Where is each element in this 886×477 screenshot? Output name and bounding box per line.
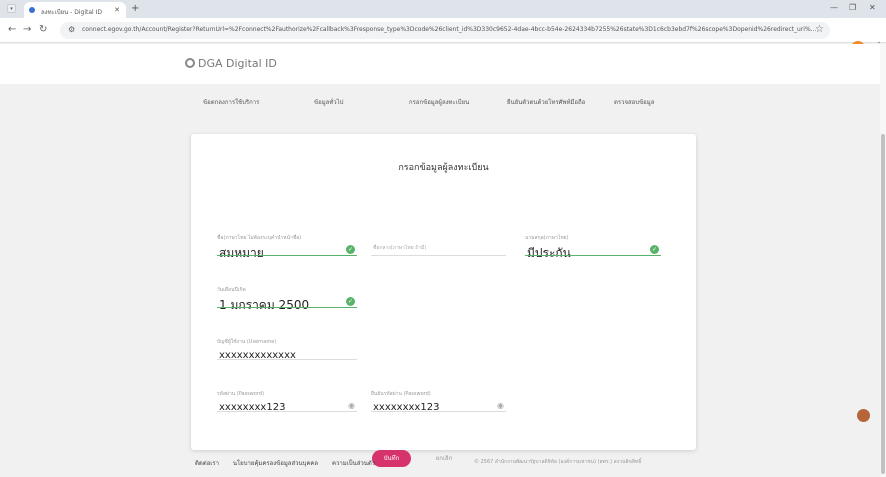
browser-tabstrip: ▾ ลงทะเบียน - Digital ID ✕ + — ❐ ✕ (0, 0, 886, 18)
field-underline (217, 359, 357, 360)
close-window-button[interactable]: ✕ (869, 3, 876, 12)
footer-link-contact[interactable]: ติดต่อเรา (195, 460, 219, 467)
first-name-value[interactable]: สมหมาย (219, 244, 264, 263)
browser-tab[interactable]: ลงทะเบียน - Digital ID ✕ (24, 2, 126, 18)
minimize-window-button[interactable]: — (830, 3, 838, 12)
confirm-password-label: ยืนยันรหัสผ่าน (Password) (371, 391, 431, 397)
new-tab-button[interactable]: + (131, 3, 139, 14)
help-chat-button[interactable] (857, 409, 870, 422)
field-underline (371, 255, 506, 256)
show-confirm-password-icon[interactable]: ◉ (497, 401, 504, 410)
site-favicon-icon (29, 7, 35, 13)
forward-icon[interactable]: → (23, 24, 31, 35)
first-name-label: ชื่อ(ภาษาไทย ไม่ต้องระบุคำนำหน้าชื่อ) (217, 235, 302, 241)
tab-title: ลงทะเบียน - Digital ID (41, 9, 102, 16)
check-icon: ✓ (346, 245, 355, 254)
username-label: บัญชีผู้ใช้งาน (Username) (217, 339, 277, 345)
footer-link-privacy[interactable]: ความเป็นส่วนตัว (332, 460, 375, 467)
middle-name-placeholder[interactable]: ชื่อกลาง(ภาษาไทย ถ้ามี) (373, 244, 426, 252)
footer-links: ติดต่อเรา นโยบายคุ้มครองข้อมูลส่วนบุคคล … (195, 458, 387, 468)
step-phone-verify: ยืนยันตัวตนด้วยโทรศัพท์มือถือ (507, 99, 586, 106)
surname-field[interactable]: นามสกุล(ภาษาไทย) มีประกัน ✓ (525, 234, 661, 260)
scrollbar-thumb[interactable] (881, 134, 885, 474)
close-tab-icon[interactable]: ✕ (114, 6, 120, 14)
field-underline (525, 255, 661, 256)
first-name-field[interactable]: ชื่อ(ภาษาไทย ไม่ต้องระบุคำนำหน้าชื่อ) สม… (217, 234, 357, 260)
browser-toolbar: ← → ↻ ⚙ connect.egov.go.th/Account/Regis… (0, 18, 886, 55)
address-bar[interactable]: ⚙ connect.egov.go.th/Account/Register?Re… (60, 22, 830, 39)
field-underline (371, 411, 506, 412)
site-info-icon[interactable]: ⚙ (68, 25, 75, 34)
show-password-icon[interactable]: ◉ (348, 401, 355, 410)
reload-icon[interactable]: ↻ (39, 24, 47, 35)
field-underline (217, 255, 357, 256)
step-general-info: ข้อมูลทั่วไป (314, 99, 344, 106)
check-icon: ✓ (650, 245, 659, 254)
footer-copyright: © 2567 สำนักงานพัฒนารัฐบาลดิจิทัล (องค์ก… (474, 459, 642, 465)
username-field[interactable]: บัญชีผู้ใช้งาน (Username) xxxxxxxxxxxxx (217, 338, 357, 361)
confirm-password-field[interactable]: ยืนยันรหัสผ่าน (Password) xxxxxxxx123 ◉ (371, 390, 506, 413)
birthdate-field[interactable]: วันเดือนปีเกิด 1 มกราคม 2500 ✓ (217, 286, 357, 312)
step-registrant-info: กรอกข้อมูลผู้ลงทะเบียน (409, 99, 470, 106)
app-header: DGA Digital ID (0, 44, 880, 84)
cancel-button[interactable]: ยกเลิก (429, 450, 459, 467)
birthdate-label: วันเดือนปีเกิด (217, 287, 246, 293)
logo-text: DGA Digital ID (198, 57, 277, 70)
back-icon[interactable]: ← (8, 24, 16, 35)
bookmark-star-icon[interactable]: ☆ (815, 24, 824, 35)
field-underline (217, 307, 357, 308)
step-review: ตรวจสอบข้อมูล (614, 99, 655, 106)
footer-link-privacy-policy[interactable]: นโยบายคุ้มครองข้อมูลส่วนบุคคล (233, 460, 318, 467)
check-icon: ✓ (346, 297, 355, 306)
password-label: รหัสผ่าน (Password) (217, 391, 265, 397)
password-field[interactable]: รหัสผ่าน (Password) xxxxxxxx123 ◉ (217, 390, 357, 413)
registration-form-card: กรอกข้อมูลผู้ลงทะเบียน ชื่อ(ภาษาไทย ไม่ต… (191, 134, 696, 467)
page-content: DGA Digital ID ข้อตกลงการใช้บริการ ข้อมู… (0, 44, 880, 477)
dga-logo[interactable]: DGA Digital ID (185, 57, 277, 70)
dga-logo-icon (185, 58, 195, 68)
middle-name-field[interactable]: ชื่อกลาง(ภาษาไทย ถ้ามี) (371, 234, 506, 256)
surname-label: นามสกุล(ภาษาไทย) (525, 235, 569, 241)
tab-search-button[interactable]: ▾ (7, 4, 16, 13)
page-scrollbar[interactable] (880, 44, 886, 477)
form-title: กรอกข้อมูลผู้ลงทะเบียน (398, 163, 489, 173)
field-underline (217, 411, 357, 412)
birthdate-value[interactable]: 1 มกราคม 2500 (219, 296, 309, 315)
surname-value[interactable]: มีประกัน (527, 244, 571, 263)
maximize-window-button[interactable]: ❐ (849, 3, 856, 12)
step-terms: ข้อตกลงการใช้บริการ (203, 99, 260, 106)
url-text[interactable]: connect.egov.go.th/Account/Register?Retu… (82, 26, 817, 33)
